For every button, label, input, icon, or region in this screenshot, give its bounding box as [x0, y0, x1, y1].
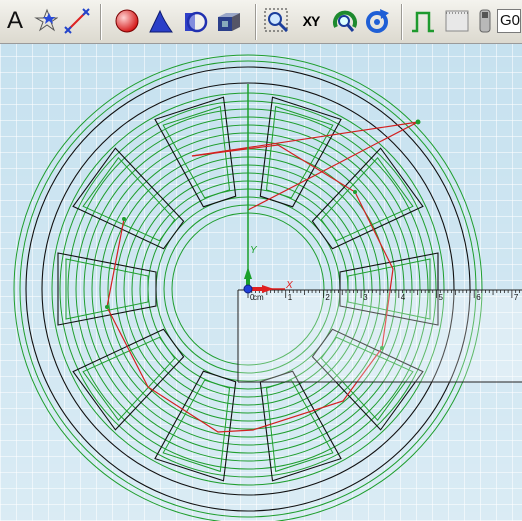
- ruler-tick-label: 5: [439, 293, 444, 302]
- view-xy-button[interactable]: XY: [296, 6, 326, 36]
- rotate-view-icon: [333, 10, 357, 32]
- toolbar-separator: [100, 4, 102, 40]
- pulse-icon: [412, 11, 434, 33]
- grid-snap-value: G0: [500, 12, 521, 29]
- coil-icon: [479, 9, 491, 33]
- point-tool-button[interactable]: [30, 6, 60, 36]
- ruler-tick-label: 1: [288, 293, 293, 302]
- pulse-tool-button[interactable]: [408, 6, 438, 36]
- extrude-icon: [149, 9, 173, 33]
- line-tool-button[interactable]: [62, 6, 92, 36]
- ruler-tick-label: 4: [401, 293, 406, 302]
- y-axis-label: Y: [250, 245, 258, 256]
- line-icon: [64, 8, 90, 34]
- ruler-tick-label: 7: [514, 293, 519, 302]
- revolve-icon: [185, 11, 208, 33]
- refresh-icon: [366, 9, 389, 33]
- ruler-tick-label: 2: [325, 293, 330, 302]
- x-axis-label: X: [285, 280, 293, 291]
- zoom-box-button[interactable]: [262, 6, 292, 36]
- ruler-unit-label: cm: [253, 293, 264, 302]
- path-node: [353, 190, 357, 194]
- grid-tool-button[interactable]: [442, 6, 472, 36]
- measurement-ruler: 0 1 2 3 4 5 6 7cm: [237, 289, 522, 383]
- coil-tool-button[interactable]: [470, 6, 500, 36]
- sphere-icon: [115, 9, 139, 33]
- motor-geometry-drawing: 0 1 2 3 4 5 6 7cm YX: [13, 54, 522, 521]
- slot-coil: [320, 157, 414, 242]
- main-toolbar: A XY G0: [0, 0, 522, 44]
- stator-slot: [259, 370, 342, 482]
- origin-marker: [243, 284, 253, 294]
- point-icon: [34, 8, 58, 32]
- path-node: [105, 305, 109, 309]
- extrude-tool-button[interactable]: [146, 6, 176, 36]
- path-node: [122, 217, 126, 221]
- sphere-tool-button[interactable]: [112, 6, 142, 36]
- toolbar-separator: [255, 4, 257, 40]
- ruler-tick-label: 6: [476, 293, 481, 302]
- slot-coil: [82, 157, 176, 242]
- 3d-viewport[interactable]: 0 1 2 3 4 5 6 7 cm YX: [0, 44, 522, 521]
- stator-slot: [154, 370, 237, 482]
- stator-slot: [57, 252, 157, 326]
- refresh-button[interactable]: [362, 6, 392, 36]
- rotate-view-button[interactable]: [330, 6, 360, 36]
- view-xy-icon: XY: [302, 13, 321, 29]
- grid-icon: [445, 10, 469, 32]
- zoom-box-icon: [264, 8, 289, 33]
- lead-terminal: [415, 119, 421, 125]
- toolbar-separator: [401, 4, 403, 40]
- revolve-tool-button[interactable]: [180, 6, 210, 36]
- coordinate-axes: YX: [243, 84, 293, 294]
- ruler-tick-label: 3: [363, 293, 368, 302]
- ruler-panel: [238, 290, 522, 382]
- text-tool-button[interactable]: A: [0, 6, 30, 36]
- block-icon: [218, 13, 240, 31]
- stator-slot: [259, 96, 342, 208]
- block-tool-button[interactable]: [214, 6, 244, 36]
- grid-snap-field[interactable]: G0: [497, 9, 521, 33]
- text-icon: A: [6, 7, 23, 34]
